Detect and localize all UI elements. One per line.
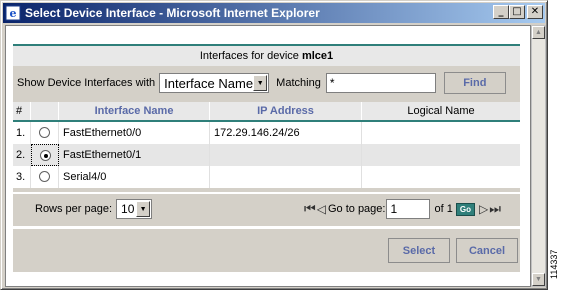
- dropdown-arrow-icon: ▼: [253, 75, 268, 91]
- goto-page-input[interactable]: 1: [386, 199, 431, 219]
- ip-address-cell: 172.29.146.24/26: [210, 122, 362, 144]
- next-page-icon[interactable]: ▷: [479, 202, 488, 216]
- close-icon: ✕: [530, 6, 540, 17]
- vertical-scrollbar[interactable]: ▲ ▼: [531, 25, 546, 287]
- maximize-icon: □: [512, 6, 522, 17]
- filter-field-select[interactable]: Interface Name ▼: [159, 73, 270, 93]
- filter-field-value: Interface Name: [164, 75, 254, 91]
- window-title: Select Device Interface - Microsoft Inte…: [25, 6, 320, 20]
- goto-page-label: Go to page:: [327, 203, 386, 215]
- col-header-number: #: [13, 102, 31, 120]
- row-radio[interactable]: [39, 127, 50, 138]
- filter-row: Show Device Interfaces with Interface Na…: [13, 70, 520, 96]
- action-bar: Select Cancel: [13, 229, 520, 272]
- find-button[interactable]: Find: [443, 72, 506, 94]
- first-page-icon[interactable]: ⏮: [304, 201, 316, 217]
- scroll-up-icon[interactable]: ▲: [532, 26, 545, 39]
- header-prefix: Interfaces for device: [199, 50, 302, 62]
- maximize-button[interactable]: □: [509, 5, 525, 19]
- row-number: 3.: [13, 166, 31, 188]
- dropdown-arrow-icon: ▼: [136, 201, 151, 217]
- dialog-window: e Select Device Interface - Microsoft In…: [0, 0, 548, 290]
- minimize-icon: _: [498, 6, 504, 17]
- row-number: 2.: [13, 144, 31, 166]
- row-radio-selected[interactable]: [39, 150, 51, 161]
- pager-row: Rows per page: 10 ▼ ⏮ ◁ Go to page: 1 of…: [13, 192, 520, 224]
- minimize-button[interactable]: _: [493, 5, 509, 19]
- matching-input[interactable]: *: [325, 73, 436, 93]
- table-row[interactable]: 2. FastEthernet0/1: [13, 144, 520, 166]
- device-name: mlce1: [301, 50, 334, 62]
- filter-label: Show Device Interfaces with: [17, 77, 156, 89]
- prev-page-icon[interactable]: ◁: [317, 202, 326, 216]
- close-button[interactable]: ✕: [527, 5, 543, 19]
- scroll-down-icon[interactable]: ▼: [532, 273, 545, 286]
- title-bar[interactable]: e Select Device Interface - Microsoft In…: [3, 3, 545, 23]
- logical-name-cell: [362, 144, 520, 166]
- row-number: 1.: [13, 122, 31, 144]
- interface-panel: Interfaces for device mlce1 Show Device …: [13, 46, 520, 272]
- col-header-logical-name: Logical Name: [407, 105, 475, 117]
- logical-name-cell: [362, 166, 520, 188]
- go-button[interactable]: Go: [455, 202, 475, 216]
- matching-label: Matching: [276, 77, 321, 89]
- row-radio[interactable]: [39, 171, 50, 182]
- table-header: # Interface Name IP Address Logical Name: [13, 102, 520, 120]
- page-count-label: of 1: [434, 203, 453, 215]
- row-radio-cell: [31, 166, 59, 188]
- col-header-radio: [31, 102, 59, 120]
- row-radio-cell: [31, 122, 59, 144]
- figure-number: 114337: [549, 249, 559, 279]
- ip-address-cell: [210, 166, 362, 188]
- table-row[interactable]: 3. Serial4/0: [13, 166, 520, 188]
- rows-per-page-label: Rows per page:: [35, 203, 113, 215]
- ip-address-cell: [210, 144, 362, 166]
- cancel-button[interactable]: Cancel: [456, 238, 518, 263]
- svg-text:e: e: [10, 7, 17, 20]
- panel-header: Interfaces for device mlce1: [13, 46, 520, 66]
- col-header-ip-address[interactable]: IP Address: [210, 102, 362, 120]
- interface-name-cell: Serial4/0: [59, 166, 210, 188]
- table-row[interactable]: 1. FastEthernet0/0 172.29.146.24/26: [13, 122, 520, 144]
- last-page-icon[interactable]: ⏭: [489, 201, 501, 217]
- rows-per-page-value: 10: [121, 202, 135, 216]
- ie-icon: e: [5, 5, 21, 21]
- interface-name-cell: FastEthernet0/1: [59, 144, 210, 166]
- select-button[interactable]: Select: [388, 238, 450, 263]
- col-header-interface-name[interactable]: Interface Name: [59, 102, 210, 120]
- rows-per-page-select[interactable]: 10 ▼: [116, 199, 153, 219]
- row-radio-cell: [31, 144, 59, 166]
- interface-name-cell: FastEthernet0/0: [59, 122, 210, 144]
- content-area: Interfaces for device mlce1 Show Device …: [5, 25, 531, 287]
- logical-name-cell: [362, 122, 520, 144]
